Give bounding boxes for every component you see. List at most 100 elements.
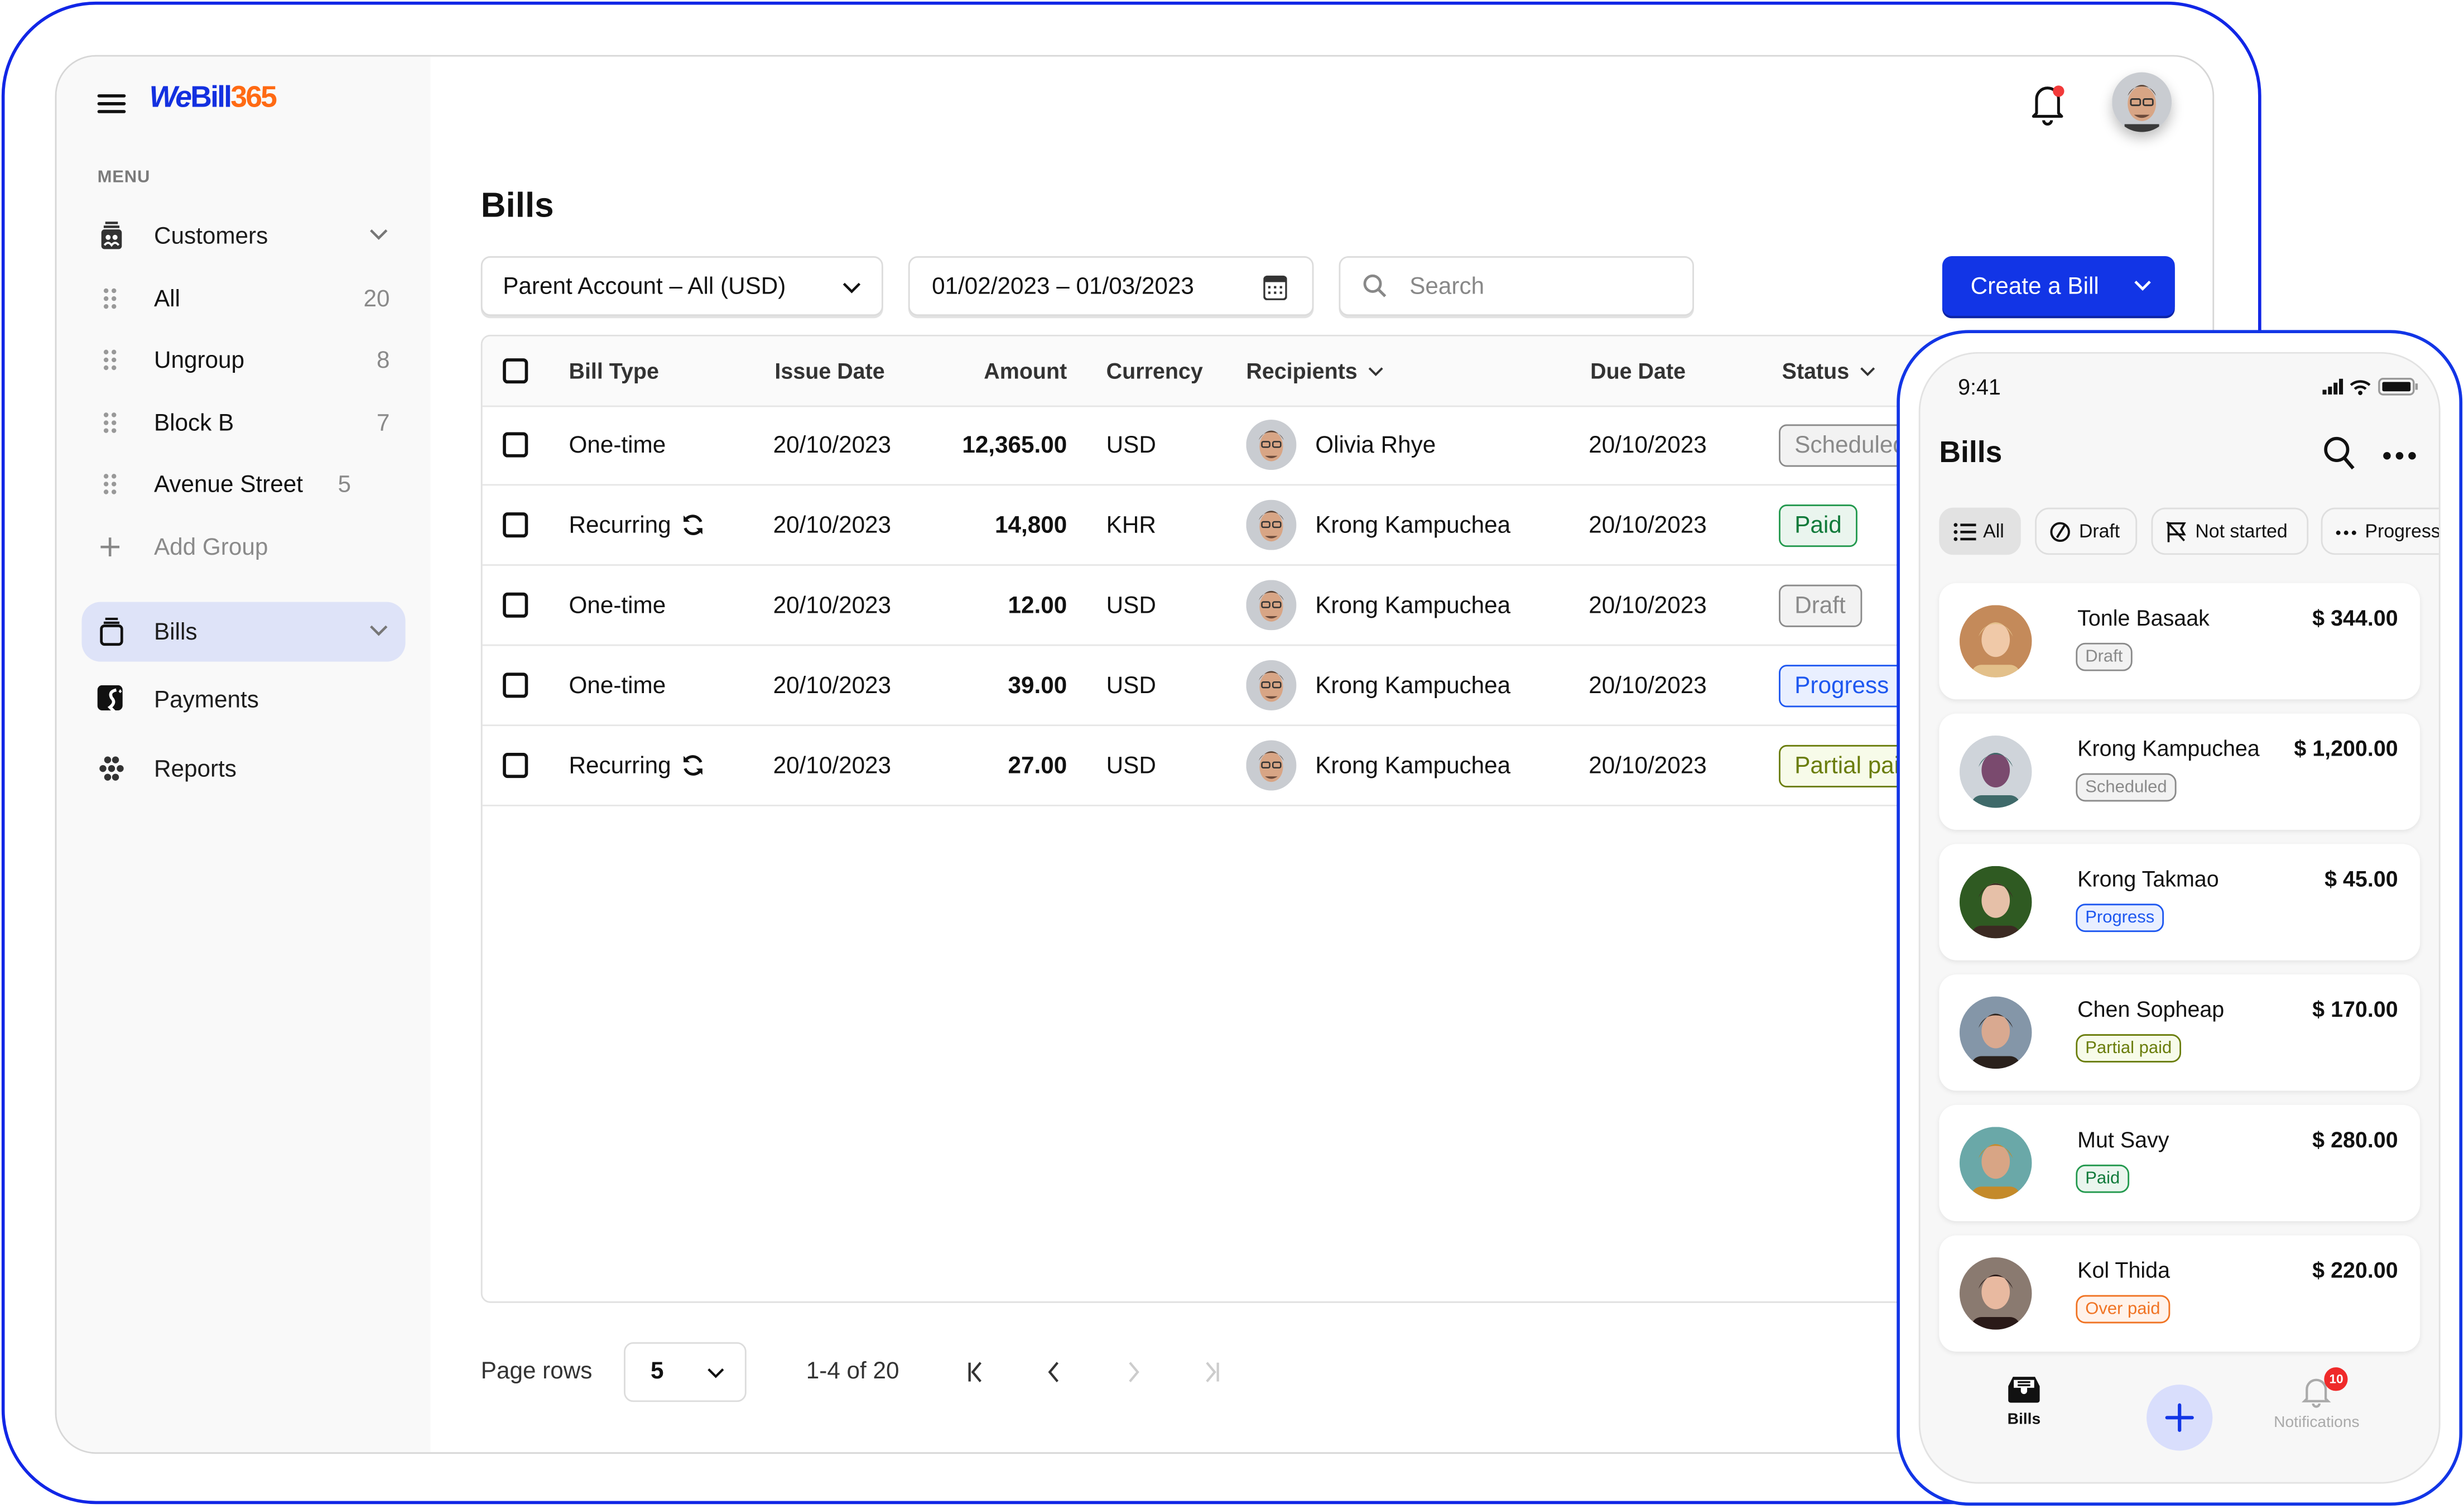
search-icon (1363, 274, 1387, 297)
sidebar-item-bills[interactable]: Bills (81, 602, 406, 662)
cell-issue-date: 20/10/2023 (773, 752, 892, 779)
more-options-icon[interactable] (2383, 451, 2417, 460)
column-header-label: Status (1782, 358, 1850, 384)
chevron-down-icon[interactable] (2133, 275, 2153, 296)
search-icon[interactable] (2322, 435, 2357, 473)
sidebar-item-reports[interactable]: Reports (81, 739, 405, 799)
customer-name: Kol Thida (2077, 1257, 2171, 1283)
bill-card[interactable]: Tonle Basaak $ 344.00 Draft (1939, 583, 2420, 700)
cell-recipient[interactable]: Krong Kampuchea (1246, 726, 1510, 805)
filter-chip-not-started[interactable]: Not started (2151, 507, 2309, 555)
previous-page-button[interactable] (1040, 1356, 1069, 1387)
tab-bills[interactable]: Bills (2006, 1375, 2041, 1429)
column-header-currency[interactable]: Currency (1106, 337, 1203, 406)
recipient-name: Krong Kampuchea (1315, 752, 1511, 779)
customer-group-all[interactable]: All 20 (81, 275, 405, 322)
filter-chip-label: Not started (2195, 520, 2288, 542)
row-checkbox[interactable] (503, 432, 528, 458)
list-icon (1953, 522, 1976, 540)
next-page-button[interactable] (1119, 1356, 1147, 1387)
cell-recipient[interactable]: Krong Kampuchea (1246, 566, 1510, 645)
row-checkbox[interactable] (503, 512, 528, 538)
add-bill-fab[interactable] (2147, 1385, 2213, 1451)
row-checkbox[interactable] (503, 753, 528, 778)
cell-due-date: 20/10/2023 (1589, 752, 1707, 779)
hamburger-menu-icon[interactable] (97, 94, 126, 113)
column-header-bill-type[interactable]: Bill Type (569, 337, 659, 406)
cell-amount: 39.00 (1008, 671, 1067, 699)
drag-handle-icon[interactable] (102, 349, 118, 371)
last-page-button[interactable] (1197, 1356, 1226, 1387)
group-count: 7 (376, 409, 390, 436)
filter-chip-all[interactable]: All (1939, 507, 2021, 555)
plus-icon (100, 537, 120, 556)
cell-recipient[interactable]: Olivia Rhye (1246, 406, 1436, 484)
bill-card[interactable]: Chen Sopheap $ 170.00 Partial paid (1939, 974, 2420, 1091)
recipient-avatar (1246, 660, 1297, 710)
sidebar-item-label: Payments (153, 686, 259, 713)
cell-currency: USD (1106, 431, 1156, 458)
date-range-picker[interactable]: 01/02/2023 – 01/03/2023 (908, 256, 1314, 316)
status-badge: Paid (2076, 1164, 2130, 1193)
drag-handle-icon[interactable] (102, 473, 118, 495)
status-bar-icons (2322, 378, 2418, 396)
bill-amount: $ 220.00 (2312, 1257, 2398, 1283)
mobile-app: 9:41 Bills All Draft Not started Progres… (1918, 352, 2441, 1484)
drag-handle-icon[interactable] (102, 412, 118, 434)
notification-bell[interactable] (2027, 81, 2068, 126)
search-input[interactable] (1406, 271, 1664, 301)
cell-bill-type: One-time (569, 646, 666, 724)
app-logo[interactable]: WeBill365 (150, 81, 277, 116)
customer-avatar (1959, 996, 2032, 1069)
column-header-due-date[interactable]: Due Date (1590, 337, 1686, 406)
account-select-value: Parent Account – All (USD) (503, 272, 786, 300)
column-header-amount[interactable]: Amount (954, 337, 1067, 406)
cell-recipient[interactable]: Krong Kampuchea (1246, 486, 1510, 564)
cell-recipient[interactable]: Krong Kampuchea (1246, 646, 1510, 724)
cell-issue-date: 20/10/2023 (773, 671, 892, 699)
first-page-icon (968, 1362, 981, 1382)
row-checkbox[interactable] (503, 592, 528, 618)
sidebar-item-payments[interactable]: Payments (81, 670, 405, 729)
column-header-status[interactable]: Status (1782, 337, 1876, 406)
filter-chips: All Draft Not started Progress (1939, 507, 2439, 555)
account-select[interactable]: Parent Account – All (USD) (480, 256, 883, 316)
rows-per-page-select[interactable]: 5 (624, 1342, 747, 1402)
customer-name: Krong Takmao (2077, 866, 2219, 891)
search-field[interactable] (1339, 256, 1694, 316)
recipient-name: Krong Kampuchea (1315, 592, 1511, 619)
bill-amount: $ 280.00 (2312, 1127, 2398, 1152)
plus-icon (2165, 1403, 2194, 1432)
sidebar-item-customers[interactable]: Customers (81, 206, 405, 266)
bill-card[interactable]: Kol Thida $ 220.00 Over paid (1939, 1235, 2420, 1352)
status-badge: Over paid (2076, 1295, 2170, 1324)
user-avatar[interactable] (2112, 72, 2172, 132)
select-all-checkbox[interactable] (503, 358, 528, 384)
cell-issue-date: 20/10/2023 (773, 431, 892, 458)
filter-chip-progress[interactable]: Progress (2321, 507, 2439, 555)
bill-amount: $ 1,200.00 (2294, 736, 2398, 761)
row-checkbox[interactable] (503, 672, 528, 698)
bill-card[interactable]: Krong Takmao $ 45.00 Progress (1939, 844, 2420, 960)
sidebar-item-label: Reports (153, 755, 237, 782)
bill-card[interactable]: Krong Kampuchea $ 1,200.00 Scheduled (1939, 713, 2420, 830)
group-count: 5 (338, 470, 352, 498)
add-group-button[interactable]: Add Group (81, 523, 405, 570)
recipient-avatar (1246, 580, 1297, 631)
create-bill-button[interactable]: Create a Bill (1942, 256, 2175, 316)
bills-icon (98, 617, 126, 646)
customer-avatar (1959, 1127, 2032, 1199)
cell-bill-type: Recurring (569, 726, 706, 805)
customer-group-block-b[interactable]: Block B 7 (81, 399, 405, 446)
customer-group-ungroup[interactable]: Ungroup 8 (81, 337, 405, 383)
bill-card[interactable]: Mut Savy $ 280.00 Paid (1939, 1104, 2420, 1222)
first-page-button[interactable] (962, 1356, 990, 1387)
column-header-issue-date[interactable]: Issue Date (774, 337, 884, 406)
tab-notifications[interactable]: 10 Notifications (2274, 1367, 2360, 1432)
cell-amount: 12,365.00 (962, 431, 1067, 458)
column-header-recipients[interactable]: Recipients (1246, 337, 1384, 406)
drag-handle-icon[interactable] (102, 287, 118, 309)
cell-status: Paid (1779, 486, 1857, 564)
customer-group-avenue-street[interactable]: Avenue Street 5 (81, 460, 405, 507)
filter-chip-draft[interactable]: Draft (2035, 507, 2138, 555)
